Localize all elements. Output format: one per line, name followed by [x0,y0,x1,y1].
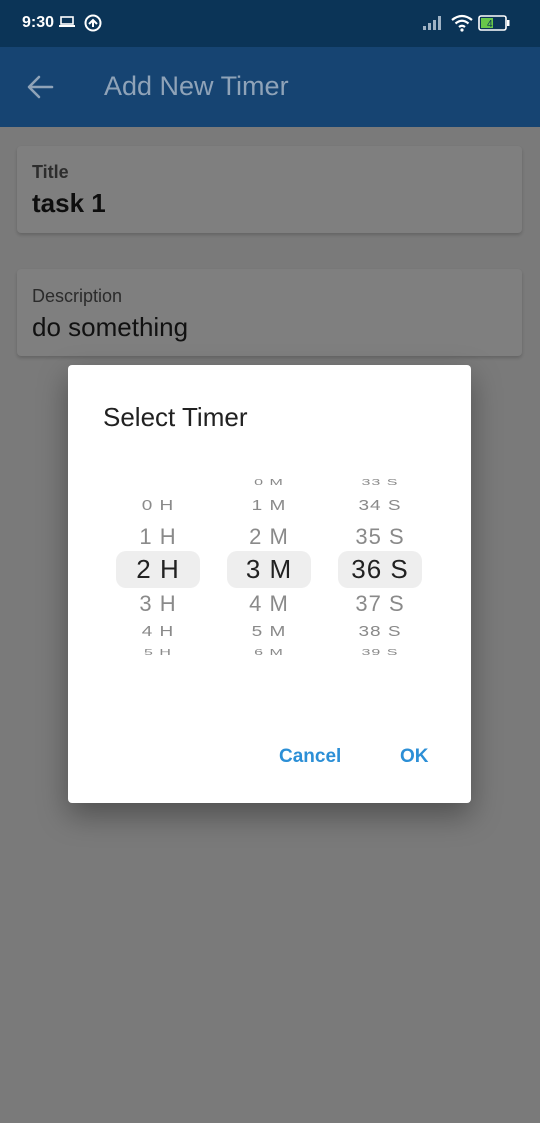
hours-picker[interactable]: 0 H 1 H 2 H 3 H 4 H 5 H [114,465,204,675]
laptop-icon [59,16,75,27]
minutes-option[interactable]: 0 M [225,479,313,487]
ok-button[interactable]: OK [400,746,429,768]
hours-selected[interactable]: 2 H [114,556,202,582]
minutes-selected[interactable]: 3 M [225,556,313,582]
wifi-icon [451,14,473,32]
seconds-option[interactable]: 37 S [336,593,424,615]
seconds-option[interactable]: 38 S [336,624,424,639]
title-field-value[interactable]: task 1 [32,188,106,219]
title-field[interactable]: Title task 1 [17,146,522,233]
description-field-label: Description [32,286,123,306]
minutes-option[interactable]: 1 M [225,498,313,513]
battery-level: 47 [487,19,499,30]
seconds-option[interactable]: 35 S [336,526,424,548]
minutes-option[interactable]: 6 M [225,649,313,657]
seconds-option[interactable]: 33 S [336,479,424,487]
hours-option[interactable]: 0 H [114,498,202,513]
seconds-selected[interactable]: 36 S [336,556,424,582]
hours-option[interactable]: 5 H [114,649,202,657]
page-title: Add New Timer [104,71,289,101]
hours-option[interactable]: 4 H [114,624,202,639]
minutes-option[interactable]: 5 M [225,624,313,639]
battery-icon: 47 [478,15,510,31]
signal-icon [423,16,441,30]
minutes-option[interactable]: 2 M [225,526,313,548]
title-field-label: Title [32,162,69,182]
select-timer-dialog: Select Timer 0 H 1 H 2 H 3 H 4 H 5 H 0 M… [68,365,471,803]
description-field-value[interactable]: do something [32,312,188,343]
dialog-title: Select Timer [103,402,248,432]
seconds-option[interactable]: 39 S [336,649,424,657]
minutes-option[interactable]: 4 M [225,593,313,615]
description-field[interactable]: Description do something [17,269,522,356]
seconds-picker[interactable]: 33 S 34 S 35 S 36 S 37 S 38 S 39 S [336,465,426,675]
app-bar: Add New Timer [0,47,540,127]
cancel-button[interactable]: Cancel [279,746,341,768]
hours-option[interactable]: 1 H [114,526,202,548]
back-arrow-icon[interactable] [26,74,54,100]
seconds-option[interactable]: 34 S [336,498,424,513]
status-time: 9:30 [22,14,55,31]
minutes-picker[interactable]: 0 M 1 M 2 M 3 M 4 M 5 M 6 M [225,465,315,675]
hours-option[interactable]: 3 H [114,593,202,615]
status-bar: 9:30 47 [0,0,540,47]
sync-icon [84,14,102,32]
